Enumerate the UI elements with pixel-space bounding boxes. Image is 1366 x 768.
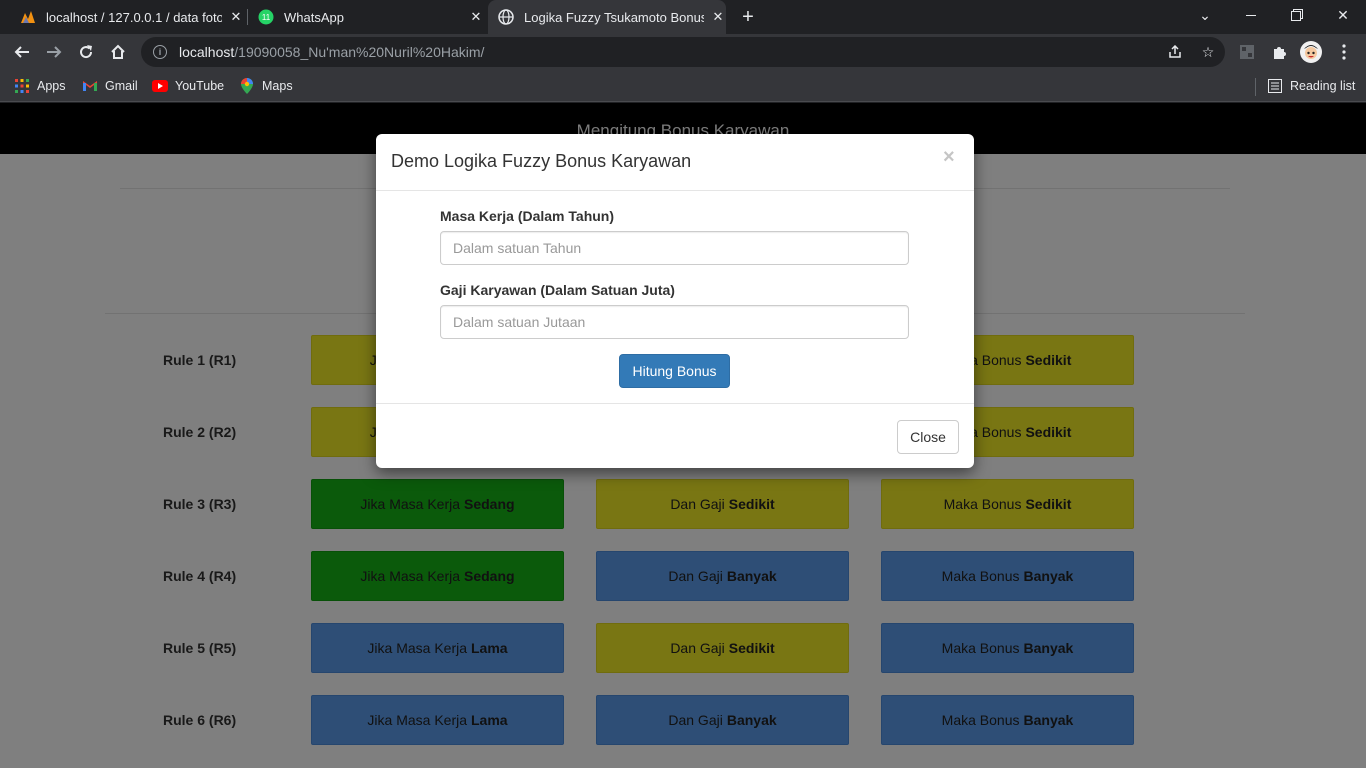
modal-header: Demo Logika Fuzzy Bonus Karyawan × [376,134,974,191]
close-button[interactable]: Close [897,420,959,454]
modal-close-icon[interactable]: × [943,147,955,167]
back-icon[interactable] [9,39,35,65]
share-icon[interactable] [1167,44,1183,60]
masa-kerja-input[interactable] [440,231,909,265]
bookmark-label: YouTube [175,79,225,93]
bookmark-label: Gmail [105,79,138,93]
tab-fuzzy[interactable]: Logika Fuzzy Tsukamoto Bonus K… ✕ [488,0,726,34]
gaji-input[interactable] [440,305,909,339]
address-bar[interactable]: i localhost/19090058_Nu'man%20Nuril%20Ha… [141,37,1225,67]
gaji-label: Gaji Karyawan (Dalam Satuan Juta) [440,282,675,298]
minimize-icon[interactable] [1228,0,1274,30]
bookmark-gmail[interactable]: Gmail [82,76,138,96]
tab-title: Logika Fuzzy Tsukamoto Bonus K… [524,9,704,25]
youtube-icon [152,78,168,94]
whatsapp-icon: 11 [258,9,274,25]
tab-title: WhatsApp [284,9,344,25]
masa-kerja-label: Masa Kerja (Dalam Tahun) [440,208,615,224]
close-window-icon[interactable]: ✕ [1320,0,1366,30]
bonus-modal: Demo Logika Fuzzy Bonus Karyawan × Masa … [376,134,974,468]
site-info-icon[interactable]: i [153,45,167,59]
restore-icon[interactable] [1274,0,1320,30]
profile-avatar[interactable] [1298,39,1324,65]
url-text: localhost/19090058_Nu'man%20Nuril%20Haki… [179,44,485,60]
modal-title: Demo Logika Fuzzy Bonus Karyawan [391,151,692,171]
reading-list-button[interactable]: Reading list [1267,76,1355,96]
menu-kebab-icon[interactable] [1331,39,1357,65]
close-tab-icon[interactable]: ✕ [228,9,244,25]
reading-list-icon [1267,78,1283,94]
maps-pin-icon [239,78,255,94]
home-icon[interactable] [105,39,131,65]
bookmark-label: Apps [37,79,66,93]
gmail-icon [82,78,98,94]
tab-whatsapp[interactable]: 11 WhatsApp ✕ [248,0,484,34]
globe-icon [498,9,514,25]
reload-icon[interactable] [73,39,99,65]
bookmarks-bar: Apps Gmail YouTube Maps Reading list [0,70,1366,102]
tab-phpmyadmin[interactable]: localhost / 127.0.0.1 / data foto / … ✕ [8,0,244,34]
hitung-bonus-button[interactable]: Hitung Bonus [619,354,730,388]
apps-grid-icon [14,78,30,94]
tab-title: localhost / 127.0.0.1 / data foto / … [46,9,222,25]
extensions-puzzle-icon[interactable] [1266,39,1292,65]
page-viewport: Mengitung Bonus Karyawan Rule 1 (R1)Jika… [0,103,1366,768]
reading-list-label: Reading list [1290,79,1356,93]
browser-toolbar: i localhost/19090058_Nu'man%20Nuril%20Ha… [0,34,1366,70]
bookmark-youtube[interactable]: YouTube [152,76,224,96]
bookmark-maps[interactable]: Maps [239,76,293,96]
close-tab-icon[interactable]: ✕ [710,9,726,25]
modal-footer: Close [376,403,974,468]
forward-icon[interactable] [41,39,67,65]
bookmark-apps[interactable]: Apps [14,76,66,96]
whatsapp-badge: 11 [262,13,271,22]
tab-strip: localhost / 127.0.0.1 / data foto / … ✕ … [0,0,1366,34]
bookmark-star-icon[interactable]: ☆ [1200,44,1216,60]
close-tab-icon[interactable]: ✕ [468,9,484,25]
new-tab-button[interactable]: + [737,6,759,28]
bookmark-separator [1255,78,1256,96]
extension-qr-icon[interactable] [1234,39,1260,65]
phpmyadmin-icon [20,9,36,25]
tab-search-icon[interactable]: ⌄ [1182,0,1228,30]
bookmark-label: Maps [262,79,293,93]
